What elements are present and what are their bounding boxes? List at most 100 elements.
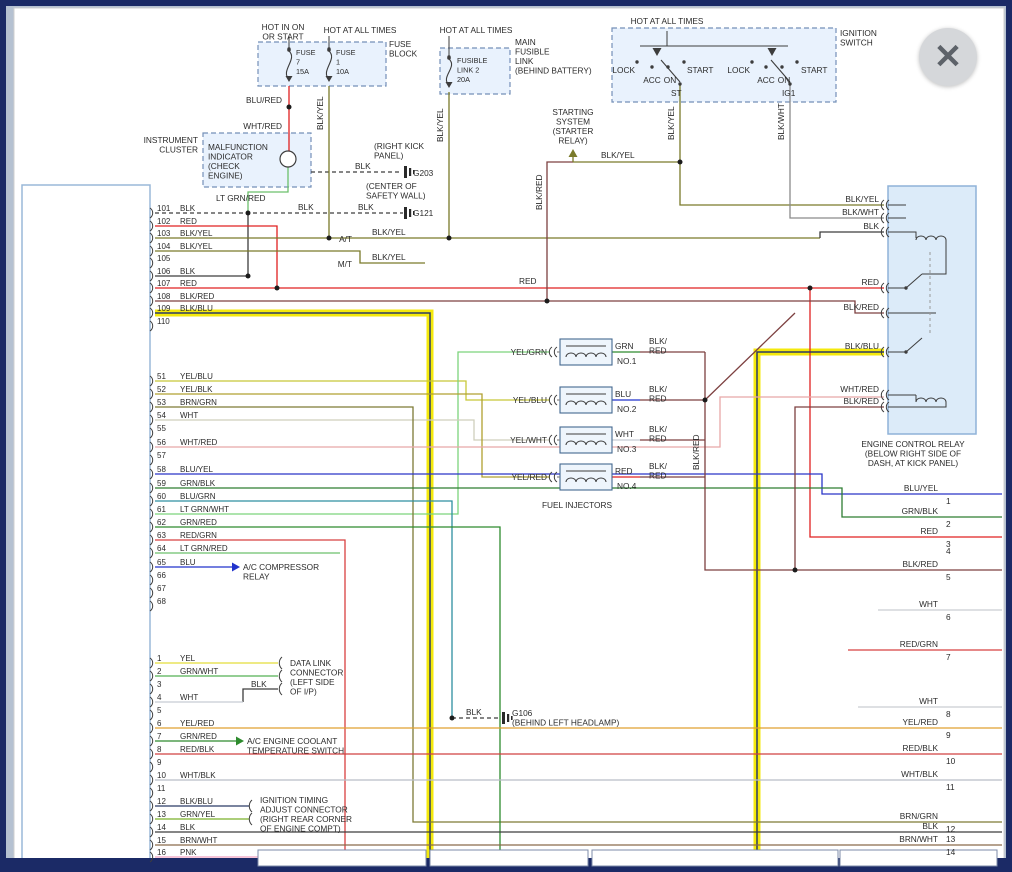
bottom-partial-box <box>258 850 426 866</box>
pin-number-67: 67 <box>157 584 166 593</box>
pin-number-66: 66 <box>157 571 166 580</box>
blk-red-rot-2: BLK/RED <box>691 434 701 470</box>
injector-body <box>560 427 612 453</box>
junction-dot <box>287 47 290 50</box>
junction-dot <box>750 60 753 63</box>
injector-3-number: NO.3 <box>617 444 637 454</box>
pin-number-11: 11 <box>157 784 166 793</box>
pin-wire-label-62: GRN/RED <box>180 518 217 527</box>
injector-2-left-wire: YEL/BLU <box>513 395 547 405</box>
pin-number-60: 60 <box>157 492 166 501</box>
relay-input-label-5: BLK/RED <box>843 302 879 312</box>
right-wire-label-7: RED/GRN <box>900 639 938 649</box>
pin-wire-label-108: BLK/RED <box>180 292 214 301</box>
relay-input-label-6: BLK/BLU <box>845 341 879 351</box>
blk-yel-rot-3: BLK/YEL <box>666 106 676 140</box>
pin-wire-label-53: BRN/GRN <box>180 398 217 407</box>
pin-number-108: 108 <box>157 292 171 301</box>
bottom-partial-box <box>840 850 997 866</box>
pin-number-1: 1 <box>157 654 162 663</box>
pin-wire-label-6: YEL/RED <box>180 719 214 728</box>
right-pin-number-5: 5 <box>946 572 951 582</box>
injector-1-right-wire: GRN <box>615 341 633 351</box>
pin-wire-label-107: RED <box>180 279 197 288</box>
injector-1-left-wire: YEL/GRN <box>511 347 547 357</box>
pin-number-15: 15 <box>157 836 166 845</box>
ecm-connector-box <box>22 185 150 860</box>
engine-control-relay-box <box>888 186 976 434</box>
pin-wire-label-106: BLK <box>180 267 196 276</box>
right-wire-label-1: BLU/YEL <box>904 483 939 493</box>
junction-dot <box>246 274 251 279</box>
right-pin-number-1: 1 <box>946 496 951 506</box>
pin-number-16: 16 <box>157 848 166 857</box>
blk-g121-b: BLK <box>358 202 374 212</box>
right-wire-label-14: BRN/WHT <box>899 834 938 844</box>
ign-lock-1: LOCK <box>612 65 635 75</box>
g203-symbol <box>404 166 407 178</box>
pin-wire-label-15: BRN/WHT <box>180 836 217 845</box>
right-wire-label-6: WHT <box>919 599 938 609</box>
injector-3-common-wire: BLK/RED <box>649 424 668 444</box>
relay-input-label-1: BLK/YEL <box>845 194 879 204</box>
pin-wire-label-16: PNK <box>180 848 197 857</box>
junction-dot <box>246 211 251 216</box>
pin-number-55: 55 <box>157 424 166 433</box>
bottom-partial-box <box>592 850 838 866</box>
right-pin-number-14: 14 <box>946 847 956 857</box>
ignition-switch: IGNITIONSWITCH <box>840 28 877 48</box>
pin-wire-label-61: LT GRN/WHT <box>180 505 229 514</box>
pin-number-105: 105 <box>157 254 171 263</box>
pin-wire-label-56: WHT/RED <box>180 438 218 447</box>
ign-on-1: ON <box>664 75 676 85</box>
junction-dot <box>795 60 798 63</box>
blu-red: BLU/RED <box>246 95 282 105</box>
junction-dot <box>287 105 292 110</box>
ign-acc-2: ACC <box>757 75 775 85</box>
junction-dot <box>808 286 813 291</box>
right-pin-number-2: 2 <box>946 519 951 529</box>
right-pin-number-6: 6 <box>946 612 951 622</box>
engine-control-relay: ENGINE CONTROL RELAY(BELOW RIGHT SIDE OF… <box>861 439 965 468</box>
pin-number-53: 53 <box>157 398 166 407</box>
pin-number-106: 106 <box>157 267 171 276</box>
pin-number-107: 107 <box>157 279 171 288</box>
right-wire-label-9: YEL/RED <box>902 717 938 727</box>
junction-dot <box>682 60 685 63</box>
hot-at-all-times-2: HOT AT ALL TIMES <box>440 25 513 35</box>
junction-dot <box>650 65 653 68</box>
pin-number-62: 62 <box>157 518 166 527</box>
pin-wire-label-7: GRN/RED <box>180 732 217 741</box>
pin-number-61: 61 <box>157 505 166 514</box>
g106-symbol <box>502 712 505 724</box>
pin-number-54: 54 <box>157 411 166 420</box>
pin-wire-label-58: BLU/YEL <box>180 465 213 474</box>
injector-2-common-wire: BLK/RED <box>649 384 668 404</box>
pin-wire-label-101: BLK <box>180 204 196 213</box>
pin-number-8: 8 <box>157 745 162 754</box>
close-button[interactable]: ✕ <box>919 28 977 86</box>
junction-dot <box>635 60 638 63</box>
right-pin-number-13: 13 <box>946 834 956 844</box>
junction-dot <box>666 65 669 68</box>
g121-symbol <box>409 209 411 217</box>
starting-system: STARTINGSYSTEM(STARTERRELAY) <box>552 107 593 146</box>
pin-number-13: 13 <box>157 810 166 819</box>
hot-at-all-times-1: HOT AT ALL TIMES <box>324 25 397 35</box>
diagram-viewer-window: FUSE715AFUSE110AFUSIBLELINK 220AYEL/GRNG… <box>0 0 1012 872</box>
blk-g106: BLK <box>466 707 482 717</box>
pin-number-10: 10 <box>157 771 166 780</box>
relay-input-label-8: BLK/RED <box>843 396 879 406</box>
junction-dot <box>678 160 683 165</box>
right-wire-label-11: WHT/BLK <box>901 769 938 779</box>
lt-grn-red: LT GRN/RED <box>216 193 265 203</box>
pin-number-63: 63 <box>157 531 166 540</box>
right-pin-number-11: 11 <box>946 782 955 792</box>
right-pin-number-12: 12 <box>946 824 956 834</box>
pin-number-59: 59 <box>157 479 166 488</box>
pin-number-4: 4 <box>157 693 162 702</box>
relay-input-label-4: RED <box>861 277 879 287</box>
pin-number-56: 56 <box>157 438 166 447</box>
pin-number-102: 102 <box>157 217 171 226</box>
blk-yel-mt: BLK/YEL <box>372 252 406 262</box>
